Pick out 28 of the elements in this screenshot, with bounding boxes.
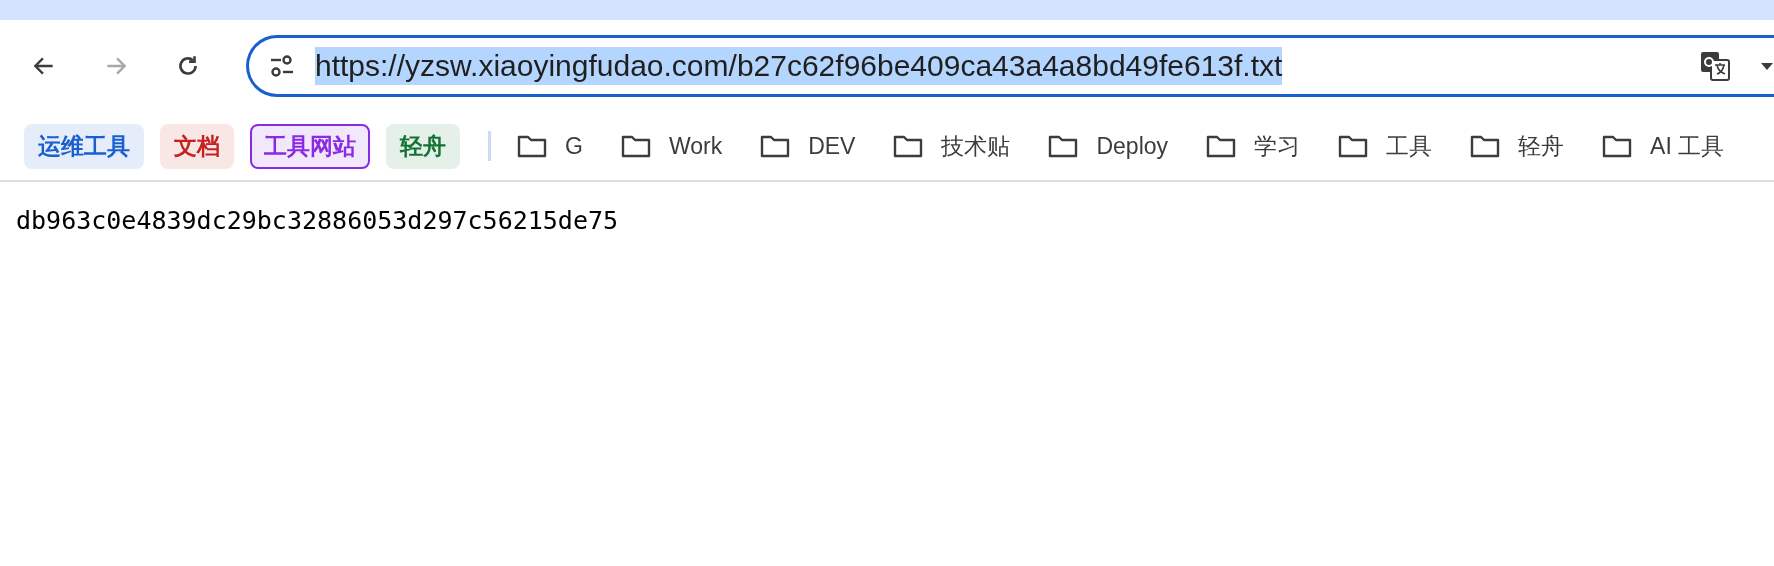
bookmark-folder[interactable]: Work bbox=[620, 132, 737, 160]
translate-icon[interactable] bbox=[1700, 51, 1730, 81]
site-settings-icon[interactable] bbox=[269, 54, 295, 78]
tab-group-chip[interactable]: 文档 bbox=[160, 123, 234, 169]
bookmark-folder[interactable]: AI 工具 bbox=[1602, 130, 1739, 162]
folder-icon bbox=[760, 134, 791, 158]
folder-icon bbox=[893, 134, 924, 158]
folder-icon bbox=[1470, 134, 1501, 158]
tab-group-chip[interactable]: 运维工具 bbox=[24, 123, 144, 169]
bookmark-folder[interactable]: 工具 bbox=[1338, 130, 1447, 162]
bookmark-folder[interactable]: Deploy bbox=[1048, 132, 1183, 160]
tab-group-chip[interactable]: 轻舟 bbox=[386, 123, 460, 169]
url-text: https://yzsw.xiaoyingfudao.com/b27c62f96be409ca43a4a8bd49fe613f.txt bbox=[315, 47, 1283, 85]
caret-icon[interactable] bbox=[1760, 61, 1774, 71]
address-bar[interactable]: https://yzsw.xiaoyingfudao.com/b27c62f96be409ca43a4a8bd49fe613f.txt bbox=[246, 35, 1774, 97]
bookmark-folder[interactable]: 技术贴 bbox=[893, 130, 1025, 162]
bookmark-folder[interactable]: 学习 bbox=[1206, 130, 1315, 162]
folder-icon bbox=[1206, 134, 1237, 158]
folder-icon bbox=[1602, 134, 1633, 158]
folder-icon bbox=[1338, 134, 1369, 158]
bookmark-folder[interactable]: G bbox=[517, 132, 597, 160]
folder-icon bbox=[620, 134, 651, 158]
tab-group-chip[interactable]: 工具网站 bbox=[250, 123, 370, 169]
bookmark-folder[interactable]: DEV bbox=[760, 132, 870, 160]
page-text: db963c0e4839dc29bc32886053d297c56215de75 bbox=[16, 206, 619, 235]
folder-icon bbox=[517, 134, 547, 158]
folder-icon bbox=[1048, 134, 1079, 158]
bookmark-folder[interactable]: 轻舟 bbox=[1470, 130, 1579, 162]
